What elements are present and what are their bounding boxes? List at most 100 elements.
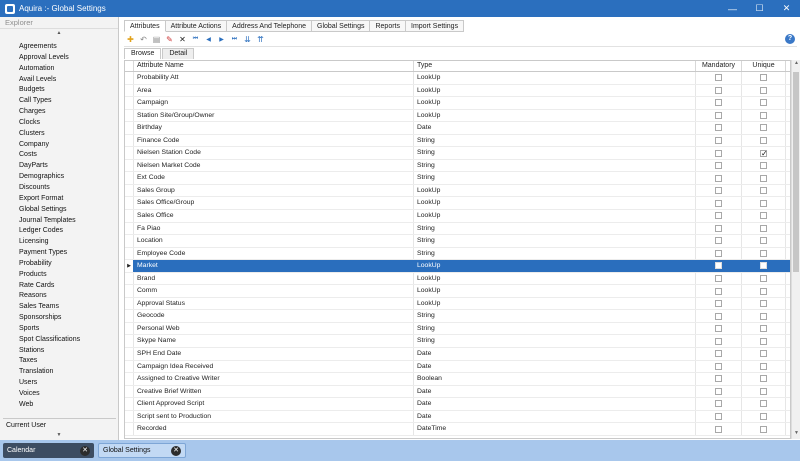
unique-checkbox[interactable] [760, 199, 767, 207]
row-selector[interactable] [125, 210, 134, 222]
table-row[interactable]: Location String [125, 235, 790, 248]
new-record-icon[interactable]: ✚ [124, 34, 137, 46]
edit-icon[interactable]: ✎ [163, 34, 176, 46]
explorer-item-spot-classifications[interactable]: Spot Classifications [0, 335, 118, 346]
subtab-detail[interactable]: Detail [162, 48, 195, 59]
row-selector[interactable] [125, 159, 134, 172]
explorer-item-dayparts[interactable]: DayParts [0, 161, 118, 172]
unique-checkbox[interactable] [760, 387, 767, 395]
attribute-type-cell[interactable]: String [414, 134, 696, 147]
explorer-item-charges[interactable]: Charges [0, 107, 118, 118]
row-selector[interactable] [125, 322, 134, 335]
unique-checkbox[interactable] [760, 287, 767, 295]
unique-checkbox[interactable] [760, 362, 767, 370]
maximize-button[interactable]: ☐ [746, 0, 773, 17]
explorer-item-sales-teams[interactable]: Sales Teams [0, 302, 118, 313]
table-row[interactable]: Assigned to Creative Writer Boolean [125, 373, 790, 386]
table-row[interactable]: Campaign Idea Received Date [125, 360, 790, 374]
row-selector[interactable] [125, 134, 134, 147]
row-selector[interactable] [125, 360, 134, 373]
unique-checkbox[interactable] [760, 148, 768, 159]
mandatory-checkbox[interactable] [715, 300, 722, 308]
attribute-type-cell[interactable]: LookUp [414, 297, 696, 310]
attribute-type-cell[interactable]: Date [414, 122, 696, 134]
mandatory-checkbox[interactable] [715, 350, 722, 358]
unique-checkbox[interactable] [760, 425, 767, 433]
attribute-name-cell[interactable]: Birthday [134, 122, 414, 134]
row-selector[interactable] [125, 423, 134, 435]
undo-icon[interactable]: ↶ [137, 34, 150, 46]
table-row[interactable]: Campaign LookUp [125, 97, 790, 110]
row-selector[interactable]: ▶ [125, 260, 134, 272]
row-selector[interactable] [125, 197, 134, 210]
attribute-name-cell[interactable]: Brand [134, 272, 414, 285]
table-row[interactable]: Skype Name String [125, 335, 790, 349]
close-icon[interactable]: ✕ [171, 445, 181, 456]
row-selector[interactable] [125, 310, 134, 322]
mandatory-checkbox[interactable] [715, 413, 722, 421]
attribute-name-cell[interactable]: Location [134, 235, 414, 247]
attribute-type-cell[interactable]: LookUp [414, 272, 696, 285]
table-row[interactable]: Script sent to Production Date [125, 410, 790, 424]
row-selector[interactable] [125, 172, 134, 184]
tab-import-settings[interactable]: Import Settings [406, 20, 465, 32]
explorer-item-sports[interactable]: Sports [0, 324, 118, 335]
first-record-icon[interactable]: ⏮ [189, 34, 202, 46]
mandatory-checkbox[interactable] [715, 337, 722, 345]
mandatory-checkbox[interactable] [715, 124, 722, 132]
row-selector[interactable] [125, 335, 134, 348]
row-selector[interactable] [125, 348, 134, 360]
table-row[interactable]: Area LookUp [125, 84, 790, 98]
unique-checkbox[interactable] [760, 375, 767, 383]
attribute-type-cell[interactable]: String [414, 310, 696, 322]
attribute-type-cell[interactable]: String [414, 335, 696, 348]
table-row[interactable]: Fa Piao String [125, 222, 790, 236]
explorer-item-costs[interactable]: Costs [0, 150, 118, 161]
mandatory-checkbox[interactable] [715, 262, 722, 270]
explorer-item-journal-templates[interactable]: Journal Templates [0, 216, 118, 227]
table-row[interactable]: Brand LookUp [125, 272, 790, 286]
row-selector[interactable] [125, 72, 134, 84]
row-selector[interactable] [125, 184, 134, 197]
explorer-item-clusters[interactable]: Clusters [0, 129, 118, 140]
scrollbar-thumb[interactable] [793, 72, 799, 272]
explorer-item-discounts[interactable]: Discounts [0, 183, 118, 194]
unique-checkbox[interactable] [760, 74, 767, 82]
row-selector[interactable] [125, 410, 134, 423]
table-row[interactable]: Ext Code String [125, 172, 790, 185]
row-selector[interactable] [125, 297, 134, 310]
explorer-item-users[interactable]: Users [0, 378, 118, 389]
unique-checkbox[interactable] [760, 86, 767, 94]
table-row[interactable]: Recorded DateTime [125, 423, 790, 436]
attribute-type-cell[interactable]: LookUp [414, 285, 696, 297]
table-row[interactable]: Probability Att LookUp [125, 72, 790, 85]
save-icon[interactable]: ▤ [150, 34, 163, 46]
attribute-name-cell[interactable]: Campaign [134, 97, 414, 109]
explorer-item-probability[interactable]: Probability [0, 259, 118, 270]
attribute-type-cell[interactable]: String [414, 159, 696, 172]
attribute-type-cell[interactable]: Date [414, 385, 696, 398]
row-selector[interactable] [125, 147, 134, 159]
attribute-name-cell[interactable]: Sales Office/Group [134, 197, 414, 210]
row-selector[interactable] [125, 285, 134, 297]
attribute-name-cell[interactable]: Ext Code [134, 172, 414, 184]
explorer-item-taxes[interactable]: Taxes [0, 356, 118, 367]
close-button[interactable]: ✕ [773, 0, 800, 17]
scroll-down-arrow-icon[interactable]: ▼ [792, 430, 800, 439]
close-icon[interactable]: ✕ [80, 445, 90, 456]
attribute-name-cell[interactable]: Sales Office [134, 210, 414, 222]
explorer-item-products[interactable]: Products [0, 270, 118, 281]
mandatory-checkbox[interactable] [715, 400, 722, 408]
unique-checkbox[interactable] [760, 237, 767, 245]
attribute-type-cell[interactable]: String [414, 222, 696, 235]
tab-global-settings[interactable]: Global Settings [312, 20, 371, 32]
table-row[interactable]: SPH End Date Date [125, 348, 790, 361]
table-row[interactable]: Employee Code String [125, 247, 790, 261]
explorer-item-web[interactable]: Web [0, 400, 118, 411]
explorer-scroll-up-icon[interactable]: ▲ [0, 28, 118, 36]
explorer-item-clocks[interactable]: Clocks [0, 118, 118, 129]
mandatory-checkbox[interactable] [715, 86, 722, 94]
attribute-name-cell[interactable]: Client Approved Script [134, 398, 414, 410]
help-icon[interactable]: ? [785, 34, 795, 44]
delete-icon[interactable]: ✕ [176, 34, 189, 46]
